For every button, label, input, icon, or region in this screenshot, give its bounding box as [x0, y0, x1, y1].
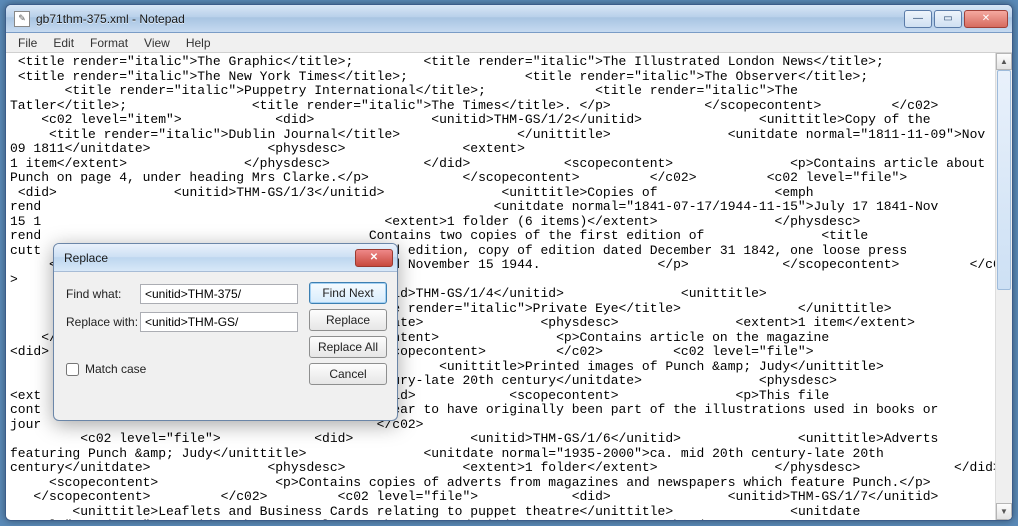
find-next-button[interactable]: Find Next: [309, 282, 387, 304]
window-close-button[interactable]: ✕: [964, 10, 1008, 28]
maximize-button[interactable]: ▭: [934, 10, 962, 28]
window-title: gb71thm-375.xml - Notepad: [36, 12, 904, 26]
replace-with-input[interactable]: [140, 312, 298, 332]
minimize-button[interactable]: —: [904, 10, 932, 28]
match-case-label: Match case: [85, 362, 146, 376]
dialog-close-button[interactable]: ✕: [355, 249, 393, 267]
replace-all-button[interactable]: Replace All: [309, 336, 387, 358]
match-case-checkbox[interactable]: [66, 363, 79, 376]
find-what-input[interactable]: [140, 284, 298, 304]
find-what-label: Find what:: [66, 287, 140, 301]
scroll-up-button[interactable]: ▲: [996, 53, 1012, 70]
replace-button[interactable]: Replace: [309, 309, 387, 331]
cancel-button[interactable]: Cancel: [309, 363, 387, 385]
dialog-body: Find what: Replace with: Match case Find…: [54, 272, 397, 420]
content-area: <title render="italic">The Graphic</titl…: [6, 53, 1012, 520]
menu-format[interactable]: Format: [82, 34, 136, 52]
titlebar[interactable]: ✎ gb71thm-375.xml - Notepad — ▭ ✕: [6, 5, 1012, 33]
replace-with-label: Replace with:: [66, 315, 140, 329]
app-icon: ✎: [14, 11, 30, 27]
scroll-thumb[interactable]: [997, 70, 1011, 290]
scroll-track[interactable]: [996, 70, 1012, 503]
vertical-scrollbar[interactable]: ▲ ▼: [995, 53, 1012, 520]
menu-file[interactable]: File: [10, 34, 45, 52]
dialog-titlebar[interactable]: Replace ✕: [54, 244, 397, 272]
notepad-window: ✎ gb71thm-375.xml - Notepad — ▭ ✕ File E…: [5, 4, 1013, 521]
menu-edit[interactable]: Edit: [45, 34, 82, 52]
replace-dialog: Replace ✕ Find what: Replace with: Match…: [53, 243, 398, 421]
scroll-down-button[interactable]: ▼: [996, 503, 1012, 520]
menubar: File Edit Format View Help: [6, 33, 1012, 53]
menu-help[interactable]: Help: [178, 34, 219, 52]
dialog-title: Replace: [64, 251, 355, 265]
menu-view[interactable]: View: [136, 34, 178, 52]
